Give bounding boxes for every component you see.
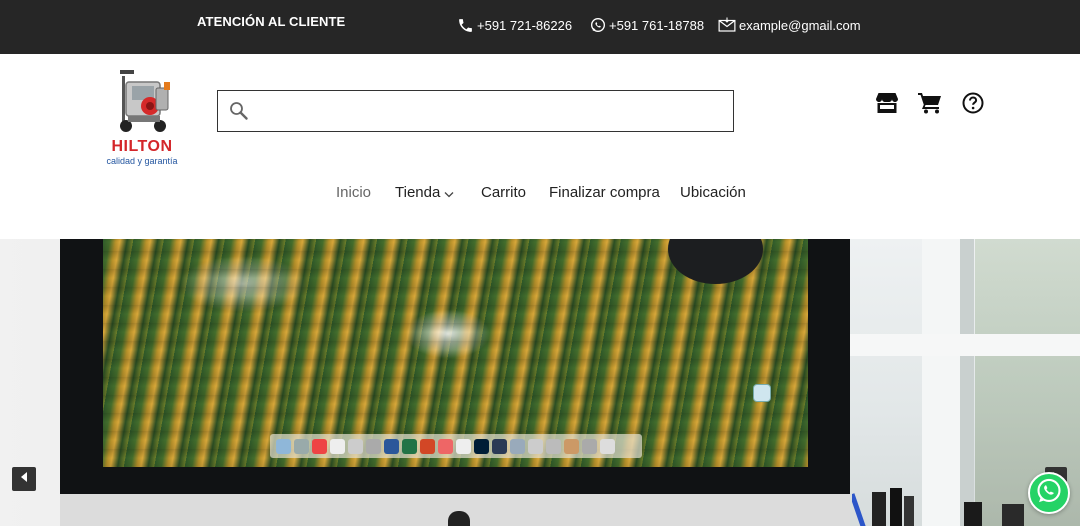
envelope-icon — [718, 17, 736, 33]
help-icon[interactable] — [962, 92, 984, 119]
pen-holder — [852, 488, 1024, 526]
phone-contact[interactable]: +591 721-86226 — [457, 17, 572, 34]
nav-item-carrito[interactable]: Carrito — [481, 184, 526, 201]
nav-item-tienda[interactable]: Tienda — [395, 184, 454, 202]
search-icon — [229, 101, 249, 126]
cart-icon[interactable] — [918, 92, 942, 119]
customer-service-label: ATENCIÓN AL CLIENTE — [197, 14, 346, 29]
window-mullion — [922, 239, 962, 526]
nav-item-ubicacion[interactable]: Ubicación — [680, 184, 746, 201]
hero-slider[interactable] — [0, 239, 1080, 526]
store-icon[interactable] — [875, 92, 899, 119]
desktop-wallpaper — [103, 239, 808, 467]
nav-item-finalizar-compra[interactable]: Finalizar compra — [549, 184, 660, 201]
site-header: HILTON calidad y garantía Inicio Tienda … — [0, 54, 1080, 239]
email-address: example@gmail.com — [739, 17, 861, 33]
top-bar: ATENCIÓN AL CLIENTE +591 721-86226 +591 … — [0, 0, 1080, 54]
email-contact[interactable]: example@gmail.com — [718, 17, 861, 33]
search-input[interactable] — [258, 97, 718, 125]
whatsapp-icon — [590, 17, 606, 33]
time-machine-disk-icon — [753, 384, 771, 402]
whatsapp-float-button[interactable] — [1028, 472, 1070, 514]
slider-prev-button[interactable] — [12, 467, 36, 491]
whatsapp-number: +591 761-18788 — [609, 17, 705, 33]
logo-pressure-washer-graphic — [120, 70, 170, 132]
nav-item-inicio[interactable]: Inicio — [336, 184, 371, 201]
phone-number: +591 721-86226 — [477, 18, 573, 33]
monitor-bezel — [60, 467, 850, 495]
arrow-left-icon — [19, 470, 29, 488]
logo-name: HILTON — [111, 138, 173, 155]
phone-icon — [457, 17, 474, 34]
mac-dock — [270, 434, 642, 458]
site-logo[interactable]: HILTON calidad y garantía — [102, 68, 182, 168]
logo-tagline: calidad y garantía — [106, 156, 178, 166]
apple-logo — [448, 511, 470, 526]
window-sill — [848, 334, 1080, 356]
whatsapp-contact[interactable]: +591 761-18788 — [590, 17, 704, 33]
whatsapp-icon — [1035, 477, 1063, 510]
window-mullion-shadow — [960, 239, 974, 526]
search-box[interactable] — [217, 90, 734, 132]
chevron-down-icon — [444, 185, 454, 202]
nav-item-tienda-label: Tienda — [395, 184, 441, 201]
